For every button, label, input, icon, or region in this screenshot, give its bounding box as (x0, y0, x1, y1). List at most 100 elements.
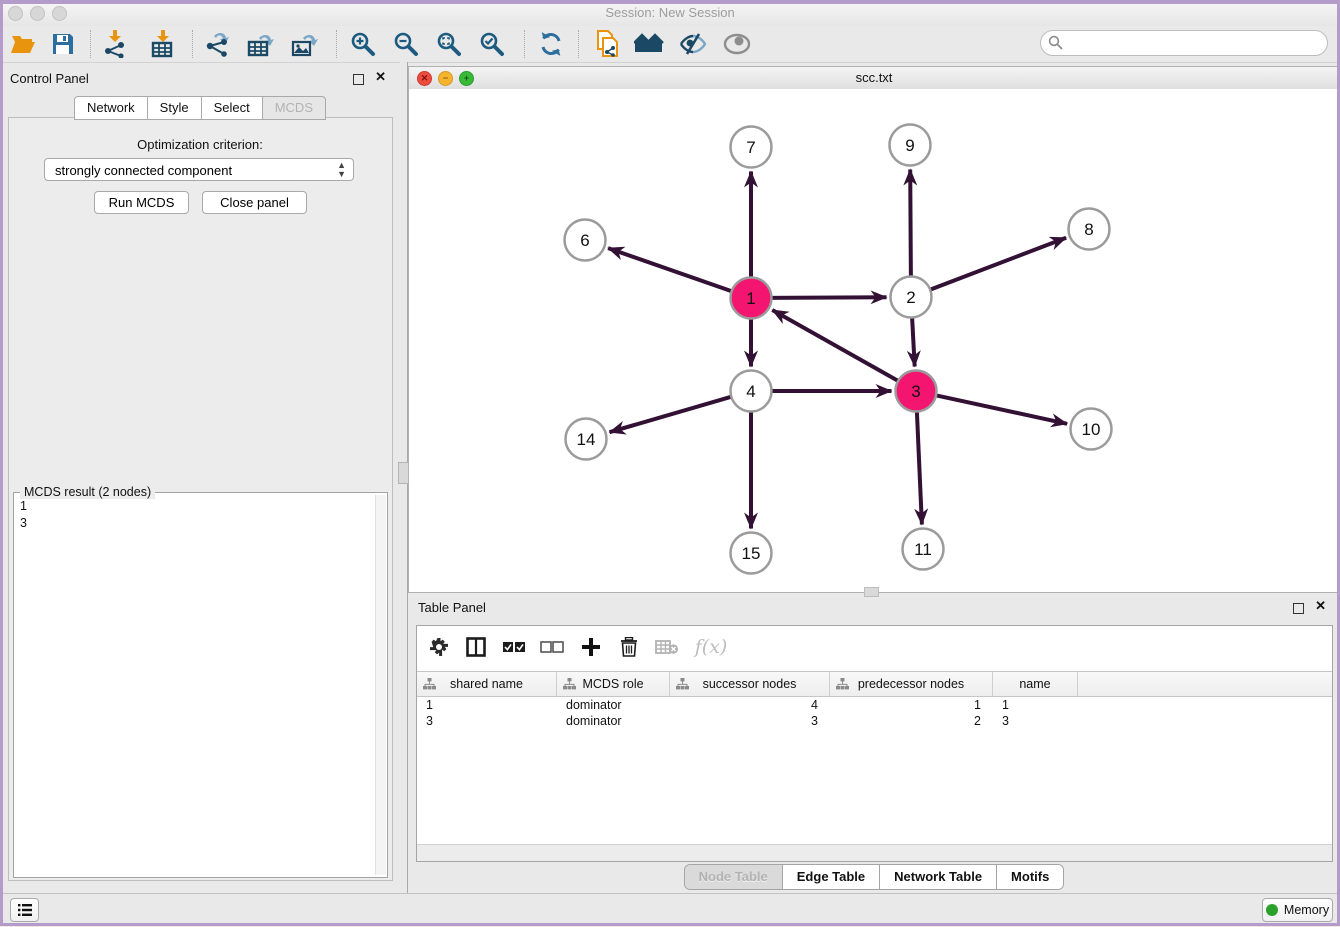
apply-layout-button[interactable] (536, 30, 566, 58)
table-cell[interactable]: 4 (670, 697, 830, 713)
column-header-predecessor-nodes[interactable]: predecessor nodes (830, 672, 993, 696)
graph-node-1[interactable]: 1 (731, 278, 772, 319)
graph-edge-1-2[interactable] (770, 297, 887, 298)
delete-table-button[interactable] (653, 634, 681, 660)
graph-node-3[interactable]: 3 (896, 371, 937, 412)
table-cell[interactable]: 1 (417, 697, 557, 713)
zoom-window-icon[interactable] (52, 6, 67, 21)
tab-select[interactable]: Select (202, 96, 263, 120)
graph-node-14[interactable]: 14 (566, 419, 607, 460)
result-scrollbar[interactable] (375, 495, 386, 875)
table-settings-button[interactable] (425, 634, 453, 660)
show-eye-button[interactable] (722, 30, 752, 58)
select-all-columns-button[interactable] (500, 634, 528, 660)
open-session-button[interactable] (8, 30, 38, 58)
tab-node-table[interactable]: Node Table (685, 865, 782, 889)
function-builder-button[interactable]: f(x) (691, 634, 731, 660)
network-window-titlebar[interactable]: ✕ − + scc.txt (409, 67, 1339, 90)
zoom-in-button[interactable] (348, 30, 378, 58)
tab-network-table[interactable]: Network Table (879, 865, 996, 889)
graph-edge-2-3[interactable] (912, 316, 915, 367)
network-minimize-icon[interactable]: − (438, 71, 453, 86)
float-table-panel-icon[interactable] (1293, 602, 1304, 620)
close-table-panel-icon[interactable]: ✕ (1315, 598, 1326, 614)
column-header-name[interactable]: name (993, 672, 1078, 696)
table-row[interactable]: 1dominator411 (417, 697, 1332, 713)
graph-edge-3-10[interactable] (934, 395, 1067, 424)
float-panel-icon[interactable] (353, 73, 364, 91)
tab-style[interactable]: Style (148, 96, 202, 120)
tab-motifs[interactable]: Motifs (996, 865, 1063, 889)
graph-node-15[interactable]: 15 (731, 533, 772, 574)
create-column-button[interactable] (577, 634, 605, 660)
column-header-MCDS-role[interactable]: MCDS role (557, 672, 670, 696)
graph-edge-3-11[interactable] (917, 410, 922, 525)
plus-icon (581, 637, 601, 657)
table-cell[interactable]: 3 (417, 713, 557, 729)
graph-edge-2-9[interactable] (910, 170, 911, 279)
table-cell[interactable]: 2 (830, 713, 993, 729)
show-all-button[interactable] (634, 30, 664, 58)
table-cell[interactable]: 1 (830, 697, 993, 713)
horizontal-splitter-grip[interactable] (864, 587, 879, 597)
graph-node-2[interactable]: 2 (891, 277, 932, 318)
zoom-fit-button[interactable] (434, 30, 464, 58)
network-graph: 7 9 6 8 1 2 4 3 14 10 15 11 (409, 89, 1339, 592)
table-cell[interactable]: dominator (557, 713, 670, 729)
graph-edge-3-1[interactable] (772, 310, 900, 382)
zoom-out-button[interactable] (391, 30, 421, 58)
table-cell[interactable]: 3 (993, 713, 1078, 729)
deselect-all-columns-button[interactable] (538, 634, 566, 660)
zoom-selected-button[interactable] (477, 30, 507, 58)
close-panel-icon[interactable]: ✕ (375, 69, 386, 85)
table-cell[interactable]: 3 (670, 713, 830, 729)
mcds-result-list[interactable]: 1 3 (14, 496, 375, 877)
close-window-icon[interactable] (8, 6, 23, 21)
table-header-row: shared nameMCDS rolesuccessor nodesprede… (417, 671, 1332, 697)
graph-node-11[interactable]: 11 (903, 529, 944, 570)
minimize-window-icon[interactable] (30, 6, 45, 21)
memory-button[interactable]: Memory (1262, 898, 1333, 922)
import-table-button[interactable] (148, 30, 178, 58)
export-network-button[interactable] (203, 30, 233, 58)
import-network-button[interactable] (100, 30, 130, 58)
table-cell[interactable]: 1 (993, 697, 1078, 713)
tab-mcds[interactable]: MCDS (263, 96, 326, 120)
tab-network[interactable]: Network (74, 96, 148, 120)
graph-edge-4-14[interactable] (610, 396, 734, 432)
network-close-icon[interactable]: ✕ (417, 71, 432, 86)
graph-node-6[interactable]: 6 (565, 220, 606, 261)
tab-edge-table[interactable]: Edge Table (782, 865, 879, 889)
show-log-button[interactable] (10, 898, 39, 922)
table-row[interactable]: 3dominator323 (417, 713, 1332, 729)
duplicate-network-button[interactable] (592, 30, 622, 58)
table-hscroll-area[interactable] (417, 844, 1332, 861)
network-maximize-icon[interactable]: + (459, 71, 474, 86)
gear-icon (429, 637, 449, 657)
window-controls[interactable] (8, 6, 74, 26)
graph-node-7[interactable]: 7 (731, 127, 772, 168)
network-canvas[interactable]: 7 9 6 8 1 2 4 3 14 10 15 11 (409, 89, 1339, 592)
column-header-successor-nodes[interactable]: successor nodes (670, 672, 830, 696)
graph-node-4[interactable]: 4 (731, 371, 772, 412)
column-header-shared-name[interactable]: shared name (417, 672, 557, 696)
graph-node-10[interactable]: 10 (1071, 409, 1112, 450)
search-input[interactable] (1040, 30, 1328, 56)
run-mcds-button[interactable]: Run MCDS (94, 191, 189, 214)
graph-node-8[interactable]: 8 (1069, 209, 1110, 250)
graph-edge-1-6[interactable] (608, 248, 733, 292)
graph-edge-2-8[interactable] (928, 238, 1066, 291)
trash-icon (620, 637, 638, 657)
toggle-panel-layout-button[interactable] (462, 634, 490, 660)
export-image-button[interactable] (290, 30, 320, 58)
close-panel-button[interactable]: Close panel (202, 191, 307, 214)
export-table-button[interactable] (246, 30, 276, 58)
save-session-button[interactable] (48, 30, 78, 58)
delete-column-button[interactable] (615, 634, 643, 660)
graph-node-9[interactable]: 9 (890, 125, 931, 166)
hide-selected-button[interactable] (678, 30, 708, 58)
vertical-splitter-grip[interactable] (398, 462, 409, 484)
attribute-icon (676, 678, 689, 690)
table-cell[interactable]: dominator (557, 697, 670, 713)
criterion-dropdown[interactable]: strongly connected component ▲▼ (44, 158, 354, 181)
